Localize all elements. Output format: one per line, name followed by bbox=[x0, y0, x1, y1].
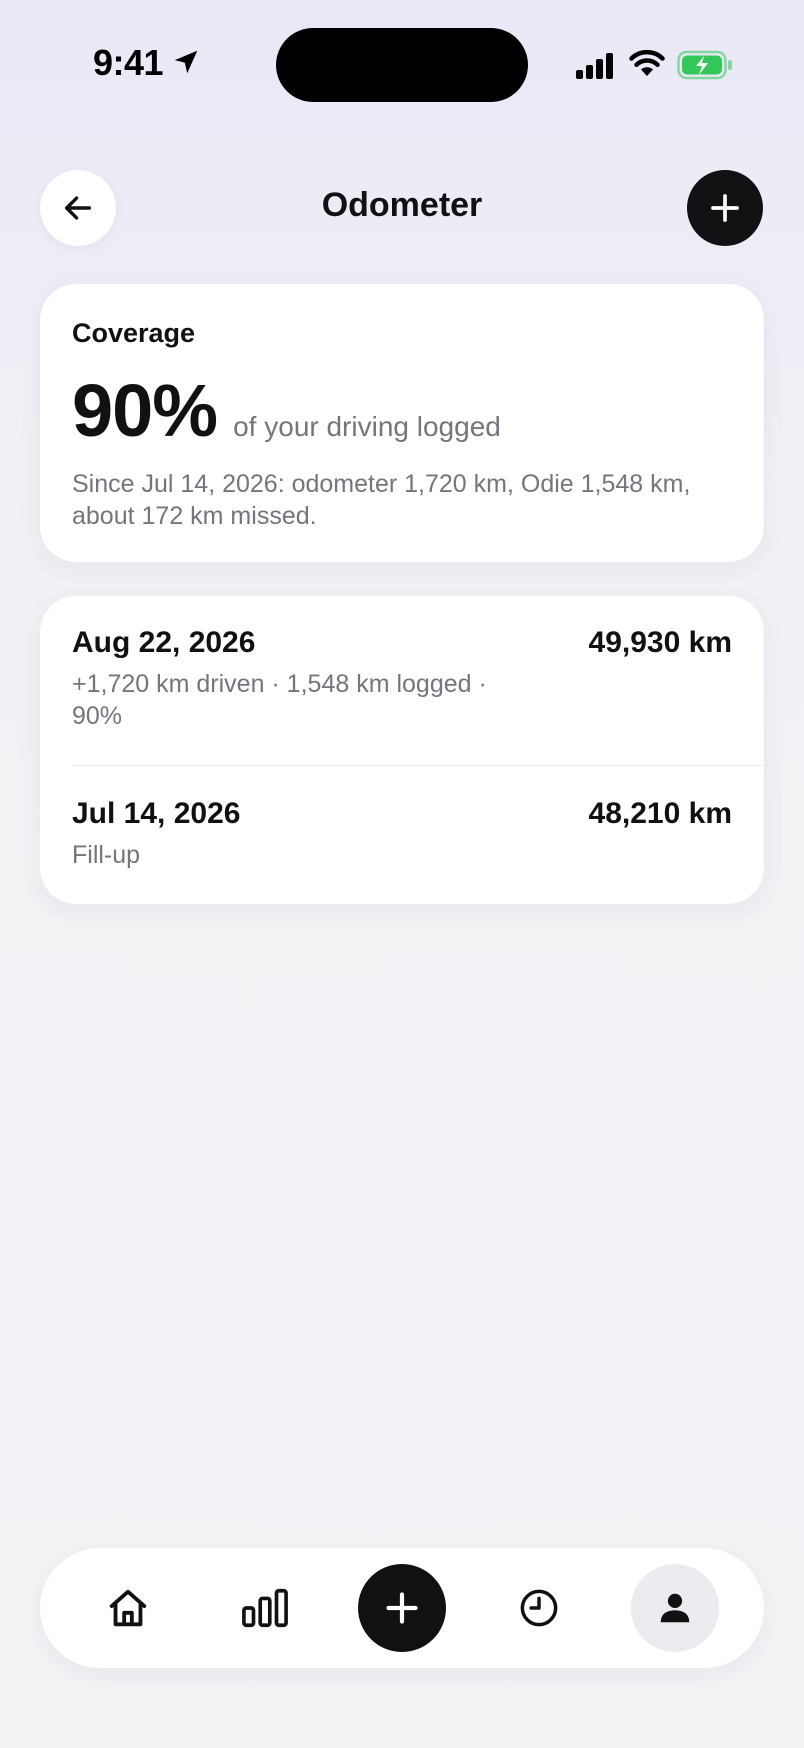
home-icon bbox=[109, 1589, 147, 1627]
coverage-percentage: 90% bbox=[72, 369, 218, 452]
nav-stats[interactable] bbox=[221, 1564, 309, 1652]
reading-date: Jul 14, 2026 bbox=[72, 797, 241, 830]
plus-icon bbox=[386, 1592, 418, 1624]
plus-icon bbox=[711, 194, 739, 222]
readings-list: Aug 22, 2026 49,930 km +1,720 km driven … bbox=[40, 596, 764, 904]
reading-odometer: 49,930 km bbox=[588, 626, 732, 659]
reading-detail: +1,720 km driven · 1,548 km logged · 90% bbox=[72, 670, 487, 730]
bottom-nav bbox=[40, 1548, 764, 1668]
coverage-subtitle: of your driving logged bbox=[233, 411, 501, 442]
coverage-detail: Since Jul 14, 2026: odometer 1,720 km, O… bbox=[72, 470, 691, 530]
coverage-label: Coverage bbox=[72, 318, 196, 348]
reading-detail: Fill-up bbox=[72, 841, 141, 869]
clock-icon bbox=[520, 1589, 558, 1627]
nav-profile[interactable] bbox=[631, 1564, 719, 1652]
nav-home[interactable] bbox=[84, 1564, 172, 1652]
reading-odometer: 48,210 km bbox=[588, 797, 732, 830]
status-bar: 9:41 bbox=[0, 0, 804, 130]
add-reading-button[interactable] bbox=[687, 170, 763, 246]
location-arrow-icon bbox=[174, 50, 198, 74]
coverage-card: Coverage 90% of your driving logged Sinc… bbox=[40, 284, 764, 562]
bar-chart-icon bbox=[242, 1588, 288, 1628]
nav-history[interactable] bbox=[495, 1564, 583, 1652]
wifi-icon bbox=[629, 49, 665, 76]
page-title: Odometer bbox=[321, 186, 483, 224]
battery-charging-icon bbox=[677, 50, 732, 80]
cellular-signal-icon bbox=[576, 53, 613, 79]
nav-add-button[interactable] bbox=[358, 1564, 446, 1652]
coverage-summary: 90% of your driving logged bbox=[72, 368, 501, 453]
person-icon bbox=[660, 1593, 690, 1623]
reading-date: Aug 22, 2026 bbox=[72, 626, 256, 659]
dynamic-island bbox=[276, 28, 528, 102]
divider bbox=[72, 765, 764, 766]
status-time: 9:41 bbox=[93, 42, 164, 83]
